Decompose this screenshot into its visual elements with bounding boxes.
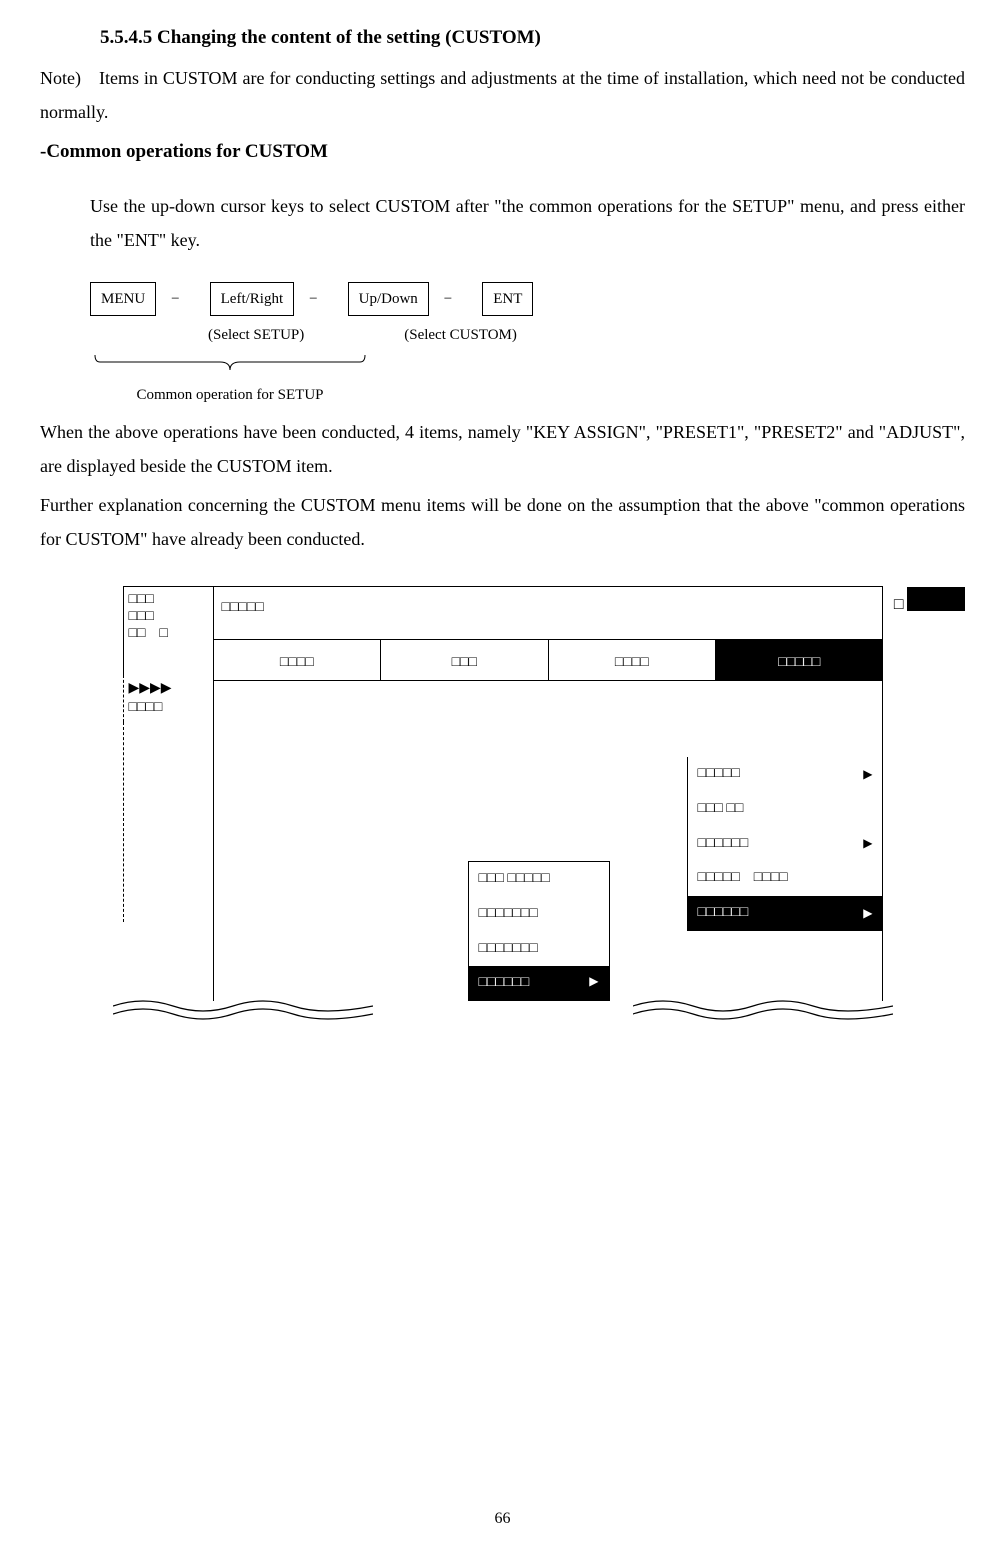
key-flow-diagram: MENU − Left/Right − Up/Down − ENT [90,282,965,317]
up-down-key: Up/Down [348,282,429,317]
ent-key: ENT [482,282,533,317]
body-paragraph-2: Further explanation concerning the CUSTO… [40,488,965,556]
diagram-submenu: □□□□□ ▶ □□□ □□ □□□□□□ ▶ □□□□□ □□□□ □□□□□ [687,757,883,931]
brace-icon [90,350,370,375]
select-custom-label: (Select CUSTOM) [404,321,517,350]
select-setup-label: (Select SETUP) [208,321,304,350]
menu-key: MENU [90,282,156,317]
submenu2-label: □□□□□□□ [479,936,538,963]
submenu-label: □□□□□ □□□□ [698,865,788,892]
diagram-tab-selected: □□□□□ [716,640,883,680]
diagram-tab: □□□ [381,640,549,680]
right-indicator: □ [891,587,965,623]
right-open-box: □ [891,587,907,623]
diagram-tab: □□□□ [214,640,382,680]
sidebar-text-3: □□ □ [129,626,208,643]
brace-container: Common operation for SETUP [90,350,370,410]
submenu2-item-selected: □□□□□□ ▶ [469,966,609,1001]
arrow-right-icon: ▶ [863,902,872,925]
submenu-item: □□□ □□ [688,792,883,827]
sidebar-text-1: □□□ [129,592,208,609]
submenu2-label: □□□□□□ [479,970,530,997]
diagram-tabs: □□□□ □□□ □□□□ □□□□□ [214,640,883,681]
sub-heading: -Common operations for CUSTOM [40,134,965,170]
sidebar-text-2: □□□ [129,609,208,626]
diagram-main-area: □□□□□ □□□□ □□□ □□□□ □□□□□ □□□□□ ▶ □□□ □□ [214,587,883,1001]
flow-separator: − [444,285,467,314]
submenu-label: □□□ □□ [698,796,744,823]
submenu-label: □□□□□□ [698,831,749,858]
left-right-key: Left/Right [210,282,295,317]
diagram-sidebar: □□□ □□□ □□ □ ▶▶▶▶ □□□□ [123,587,214,1001]
submenu2-item: □□□ □□□□□ [469,862,609,897]
arrow-right-icon: ▶ [589,970,598,997]
flow-labels: (Select SETUP) (Select CUSTOM) [90,321,965,350]
arrow-right-icon: ▶ [863,763,872,786]
wavy-line-icon [113,996,373,1026]
sidebar-arrows-text: ▶▶▶▶ [129,680,208,698]
submenu2-item: □□□□□□□ [469,897,609,932]
body-paragraph-1: When the above operations have been cond… [40,415,965,483]
page-number: 66 [495,1504,511,1534]
submenu-label: □□□□□□ [698,900,749,927]
sidebar-below-text: □□□□ [129,699,208,717]
arrow-right-icon: ▶ [863,832,872,855]
wavy-line-icon [633,996,893,1026]
section-title: 5.5.4.5 Changing the content of the sett… [100,20,965,56]
flow-separator: − [309,285,332,314]
submenu2-item: □□□□□□□ [469,932,609,967]
submenu-item: □□□□□ ▶ [688,757,883,792]
flow-separator: − [171,285,194,314]
submenu-item: □□□□□ □□□□ [688,861,883,896]
right-black-box [907,587,965,611]
submenu-label: □□□□□ [698,761,740,788]
submenu2-label: □□□□□□□ [479,901,538,928]
screen-diagram: □□□ □□□ □□ □ ▶▶▶▶ □□□□ □□□□□ □□□□ □□□ □□… [123,586,883,1001]
note-paragraph: Note) Items in CUSTOM are for conducting… [40,61,965,129]
diagram-header: □□□□□ [214,587,883,640]
diagram-submenu2: □□□ □□□□□ □□□□□□□ □□□□□□□ □□□□□□ ▶ [468,861,610,1000]
instruction-text: Use the up-down cursor keys to select CU… [90,189,965,257]
submenu-item: □□□□□□ ▶ [688,827,883,862]
diagram-tab: □□□□ [549,640,717,680]
submenu2-label: □□□ □□□□□ [479,866,550,893]
submenu-item-selected: □□□□□□ ▶ [688,896,883,931]
brace-label: Common operation for SETUP [90,381,370,410]
